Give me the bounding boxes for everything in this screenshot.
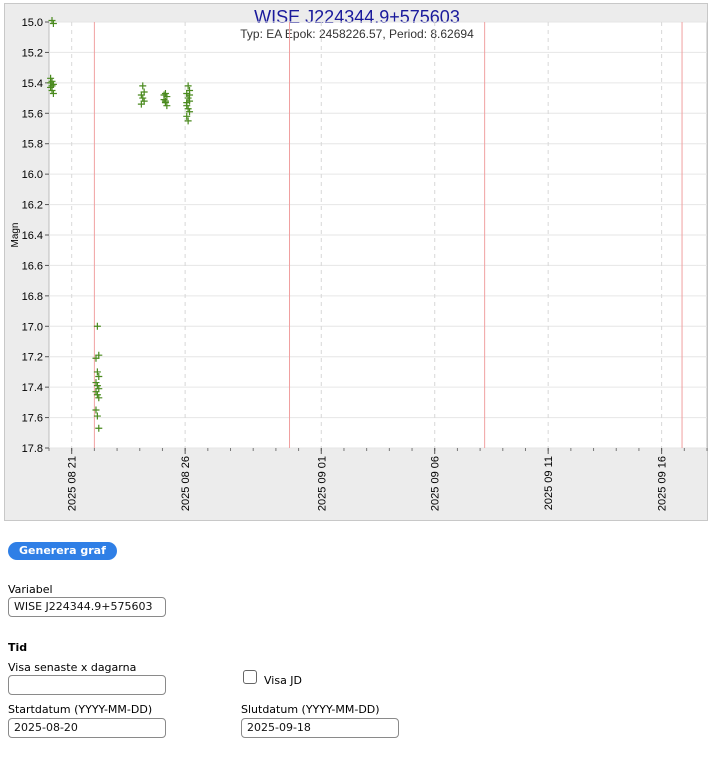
- y-tick-label: 15.4: [22, 78, 43, 90]
- last-days-label: Visa senaste x dagarna: [8, 661, 137, 674]
- show-jd-label: Visa JD: [264, 674, 303, 687]
- start-date-input[interactable]: 2025-08-20: [8, 718, 166, 738]
- last-days-input[interactable]: [8, 675, 166, 695]
- y-tick-label: 16.4: [22, 230, 43, 242]
- chart-title: WISE J224344.9+575603: [254, 7, 460, 27]
- time-section-title: Tid: [8, 641, 28, 654]
- end-date-label: Slutdatum (YYYY-MM-DD): [241, 703, 380, 716]
- x-tick-label: 2025 09 16: [657, 456, 669, 511]
- y-tick-label: 16.2: [22, 200, 43, 212]
- y-tick-label: 16.6: [22, 260, 43, 272]
- light-curve-chart: WISE J224344.9+575603 Typ: EA Epok: 24582…: [4, 3, 708, 521]
- x-tick-label: 2025 09 11: [543, 456, 555, 510]
- y-tick-label: 15.0: [22, 17, 43, 29]
- x-tick-label: 2025 08 26: [180, 456, 192, 511]
- start-date-label: Startdatum (YYYY-MM-DD): [8, 703, 153, 716]
- y-tick-label: 17.4: [22, 382, 43, 394]
- x-tick-label: 2025 08 21: [67, 456, 79, 511]
- chart-subtitle: Typ: EA Epok: 2458226.57, Period: 8.6269…: [240, 27, 474, 41]
- show-jd-checkbox[interactable]: [243, 670, 257, 684]
- y-tick-label: 17.8: [22, 443, 43, 455]
- end-date-input[interactable]: 2025-09-18: [241, 718, 399, 738]
- variable-label: Variabel: [8, 583, 53, 596]
- y-tick-label: 16.8: [22, 291, 43, 303]
- y-tick-label: 17.6: [22, 413, 43, 425]
- y-tick-label: 15.8: [22, 139, 43, 151]
- y-tick-label: 17.2: [22, 352, 43, 364]
- variable-input[interactable]: WISE J224344.9+575603: [8, 597, 166, 617]
- y-axis-label: Magn: [10, 222, 21, 247]
- y-tick-label: 17.0: [22, 321, 43, 333]
- chart-svg: WISE J224344.9+575603Typ: EA Epok: 24582…: [10, 7, 708, 511]
- generate-graph-button[interactable]: Generera graf: [8, 542, 117, 560]
- y-tick-label: 16.0: [22, 169, 43, 181]
- y-tick-label: 15.6: [22, 108, 43, 120]
- x-tick-label: 2025 09 01: [316, 456, 328, 511]
- y-tick-label: 15.2: [22, 47, 43, 59]
- x-tick-label: 2025 09 06: [430, 456, 442, 511]
